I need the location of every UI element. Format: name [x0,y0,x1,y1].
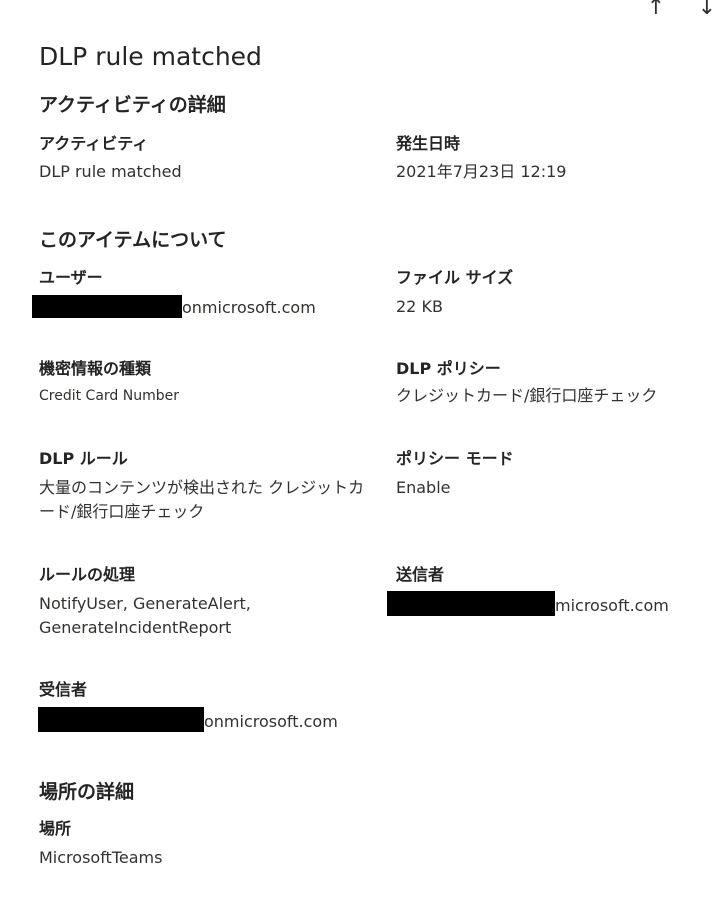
dlp-policy-label: DLP ポリシー [396,359,501,378]
sender-label: 送信者 [396,565,445,584]
activity-value: DLP rule matched [39,162,182,181]
rule-actions-line2: GenerateIncidentReport [39,618,232,637]
policy-mode-label: ポリシー モード [396,449,514,468]
dlp-rule-value-line1: 大量のコンテンツが検出された クレジットカ [39,478,365,497]
redacted-block [38,707,204,732]
activity-details-heading: アクティビティの詳細 [39,94,226,116]
redacted-block [32,295,182,318]
dlp-rule-value-line2: ード/銀行口座チェック [39,502,205,521]
user-value: onmicrosoft.com [32,295,316,320]
sensitive-info-type-label: 機密情報の種類 [39,359,152,378]
dlp-policy-value: クレジットカード/銀行口座チェック [396,386,658,405]
rule-actions-line1: NotifyUser, GenerateAlert, [39,594,251,613]
recipient-domain: onmicrosoft.com [204,712,338,731]
policy-mode-value: Enable [396,478,451,497]
sender-value: microsoft.com [387,591,669,618]
page-title: DLP rule matched [39,42,262,71]
next-item-arrow-icon[interactable]: ↓ [694,0,715,22]
location-value: MicrosoftTeams [39,848,163,867]
sensitive-info-type-value: Credit Card Number [39,388,179,404]
about-item-heading: このアイテムについて [39,229,227,251]
location-label: 場所 [39,819,72,838]
activity-label: アクティビティ [39,134,149,153]
dlp-rule-label: DLP ルール [39,449,128,468]
recipient-label: 受信者 [39,680,88,699]
file-size-value: 22 KB [396,297,443,316]
previous-item-arrow-icon[interactable]: ↑ [643,0,669,22]
user-domain: onmicrosoft.com [182,298,316,317]
rule-actions-label: ルールの処理 [39,565,136,584]
user-label: ユーザー [39,268,103,287]
file-size-label: ファイル サイズ [396,268,514,287]
recipient-value: onmicrosoft.com [38,707,338,734]
time-label: 発生日時 [396,134,461,153]
sender-domain: microsoft.com [555,596,669,615]
location-details-heading: 場所の詳細 [39,781,135,803]
redacted-block [387,591,555,616]
time-value: 2021年7月23日 12:19 [396,162,567,181]
